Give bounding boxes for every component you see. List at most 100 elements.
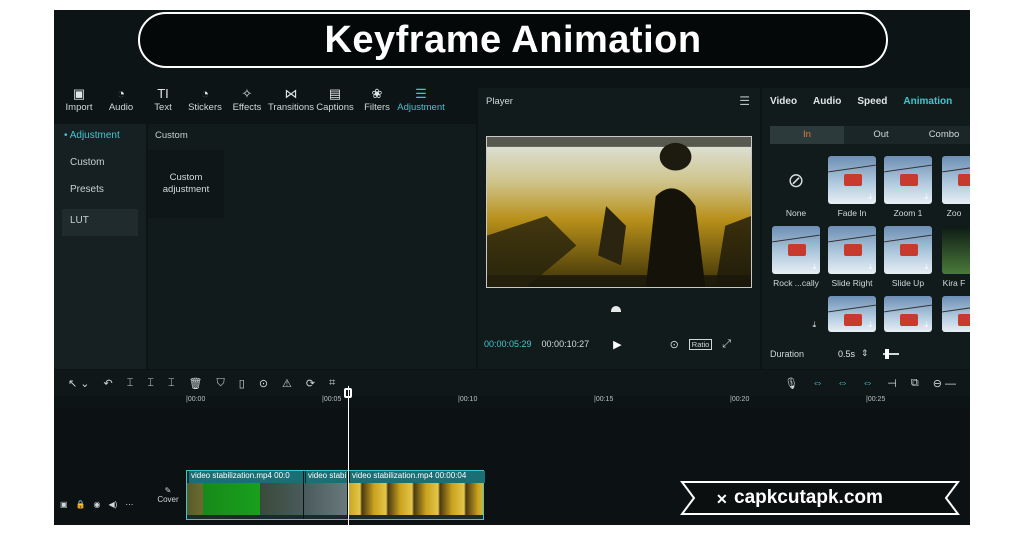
split-right-icon[interactable]: ⌶	[168, 377, 175, 390]
duration-slider[interactable]	[882, 348, 899, 359]
focus-icon[interactable]: ⊙	[670, 338, 679, 351]
toolbar-transitions[interactable]: ⋈ Transitions	[268, 86, 314, 122]
sidebar-item-lut[interactable]: LUT	[62, 209, 138, 236]
watermark-banner: ✕ capkcutapk.com	[676, 480, 964, 516]
delete-icon[interactable]: 🗑	[189, 377, 203, 390]
editor-window: ▣ Import ◔ Audio TI Text ◔ Stickers ✧ Ef…	[54, 10, 970, 525]
capcut-logo-icon: ✕	[716, 491, 728, 507]
toolbar-captions[interactable]: ▤ Captions	[314, 86, 356, 122]
animation-rock[interactable]: ⤓ Rock ...cally	[770, 226, 822, 288]
tab-video[interactable]: Video	[770, 96, 797, 107]
download-icon: ⤓	[868, 262, 872, 271]
download-icon: ⤓	[924, 262, 928, 271]
split-screen-icon[interactable]: ⊣	[887, 377, 897, 390]
eye-icon[interactable]: ◉	[94, 500, 101, 509]
section-label: Custom	[155, 130, 188, 141]
thumb-placeholder: ⤓	[772, 296, 820, 332]
animation-label: Kira F	[942, 278, 966, 288]
video-track: video stabilization.mp4 00:0 video stabi…	[186, 470, 485, 520]
lock-icon[interactable]: 🔒	[76, 500, 86, 509]
shield-icon[interactable]: ⛉	[217, 377, 225, 390]
subtab-combo[interactable]: Combo	[918, 126, 970, 144]
split-icon[interactable]: ⌶	[127, 377, 134, 390]
subtab-in[interactable]: In	[770, 126, 844, 144]
animation-label: Rock ...cally	[773, 278, 819, 288]
download-icon: ⤓	[812, 320, 816, 329]
clip-thumbnails	[348, 483, 483, 515]
total-time: 00:00:10:27	[541, 339, 590, 349]
subtab-out[interactable]: Out	[844, 126, 918, 144]
play-icon[interactable]: ▶	[613, 338, 621, 351]
rotate-icon[interactable]: ⟳	[306, 377, 315, 390]
animation-none[interactable]: ⊘ None	[770, 156, 822, 219]
animation-item[interactable]: ⤓	[882, 296, 934, 336]
linkage-icon[interactable]: ⇔	[862, 377, 873, 389]
undo-icon[interactable]: ↶	[104, 377, 113, 390]
volume-icon[interactable]: ◀)	[109, 500, 118, 509]
sidebar-item-presets[interactable]: Presets	[54, 178, 146, 205]
ruler-tick: |00:20	[730, 396, 750, 403]
safe-area-handle[interactable]	[611, 306, 621, 312]
tab-audio[interactable]: Audio	[813, 96, 841, 107]
custom-adjustment-card[interactable]: Custom adjustment	[148, 150, 224, 218]
animation-item[interactable]: ⤓	[770, 296, 822, 336]
toolbar-text[interactable]: TI Text	[142, 86, 184, 122]
page-title: Keyframe Animation	[324, 18, 702, 61]
animation-slide-up[interactable]: ⤓ Slide Up	[882, 226, 934, 288]
adjustment-sidebar: • Adjustment Custom Presets LUT	[54, 124, 146, 369]
video-clip[interactable]: video stabi	[303, 471, 349, 519]
thumb	[942, 296, 970, 332]
slider-knob[interactable]	[884, 348, 889, 359]
animation-kira[interactable]: Kira F	[938, 226, 970, 288]
playhead[interactable]	[348, 386, 349, 525]
magnet-icon[interactable]: ⇔	[837, 377, 848, 389]
animation-slide-right[interactable]: ⤓ Slide Right	[826, 226, 878, 288]
toolbar-filters[interactable]: ❀ Filters	[356, 86, 398, 122]
playhead-handle[interactable]	[344, 388, 352, 398]
duration-value[interactable]: 0.5s	[838, 349, 855, 359]
stepper-icon[interactable]: ⇕	[861, 348, 869, 359]
microphone-icon[interactable]: 🎙	[784, 377, 798, 390]
preview-axis-icon[interactable]: ⧉	[911, 377, 919, 390]
toolbar-adjustment[interactable]: ☰ Adjustment	[397, 86, 445, 122]
split-left-icon[interactable]: ⌶	[147, 377, 154, 390]
select-icon[interactable]: ↖ ⌄	[68, 377, 90, 390]
edit-icon: ✎	[164, 486, 172, 495]
cover-button[interactable]: ✎ Cover	[154, 486, 182, 504]
toolbar-audio[interactable]: ◔ Audio	[100, 86, 142, 122]
download-icon: ⤓	[812, 262, 816, 271]
ratio-button[interactable]: Ratio	[688, 338, 713, 350]
video-clip[interactable]: video stabilization.mp4 00:00:04	[347, 471, 485, 519]
sidebar-item-custom[interactable]: Custom	[54, 151, 146, 178]
mirror-icon[interactable]: ⚠	[282, 377, 292, 390]
toolbar-stickers[interactable]: ◔ Stickers	[184, 86, 226, 122]
more-icon[interactable]: ⋯	[125, 500, 133, 509]
filters-icon: ❀	[371, 86, 383, 101]
zoom-out-icon[interactable]: ⊖ —	[933, 377, 956, 390]
track-cover-icon[interactable]: ▣	[60, 500, 68, 509]
reverse-icon[interactable]: ⊙	[259, 377, 268, 390]
animation-zoom-1[interactable]: ⤓ Zoom 1	[882, 156, 934, 218]
animation-fade-in[interactable]: ⤓ Fade In	[826, 156, 878, 218]
toolbar-label: Captions	[316, 102, 354, 113]
freeze-icon[interactable]: ▯	[239, 377, 245, 390]
toolbar-label: Text	[154, 102, 172, 113]
toolbar-label: Stickers	[188, 102, 222, 113]
link-main-track-icon[interactable]: ⇔	[812, 377, 823, 389]
video-clip[interactable]: video stabilization.mp4 00:0	[187, 471, 305, 519]
sidebar-item-adjustment[interactable]: • Adjustment	[54, 124, 146, 151]
toolbar-effects[interactable]: ✧ Effects	[226, 86, 268, 122]
animation-zoom-2[interactable]: Zoo	[938, 156, 970, 218]
tab-animation[interactable]: Animation	[903, 96, 952, 107]
animation-item[interactable]	[938, 296, 970, 336]
tab-speed[interactable]: Speed	[857, 96, 887, 107]
toolbar-label: Adjustment	[397, 102, 445, 113]
animation-subtabs: In Out Combo	[770, 126, 970, 144]
fullscreen-icon[interactable]: ⤢	[722, 338, 731, 351]
menu-icon[interactable]: ☰	[739, 94, 750, 108]
timeline-toolbar: ↖ ⌄ ↶ ⌶ ⌶ ⌶ 🗑 ⛉ ▯ ⊙ ⚠ ⟳ ⌗ 🎙 ⇔ ⇔ ⇔ ⊣ ⧉ ⊖ …	[54, 370, 970, 396]
toolbar-import[interactable]: ▣ Import	[58, 86, 100, 122]
crop-icon[interactable]: ⌗	[329, 377, 335, 390]
animation-item[interactable]: ⤓	[826, 296, 878, 336]
ruler-tick: |00:25	[866, 396, 886, 403]
